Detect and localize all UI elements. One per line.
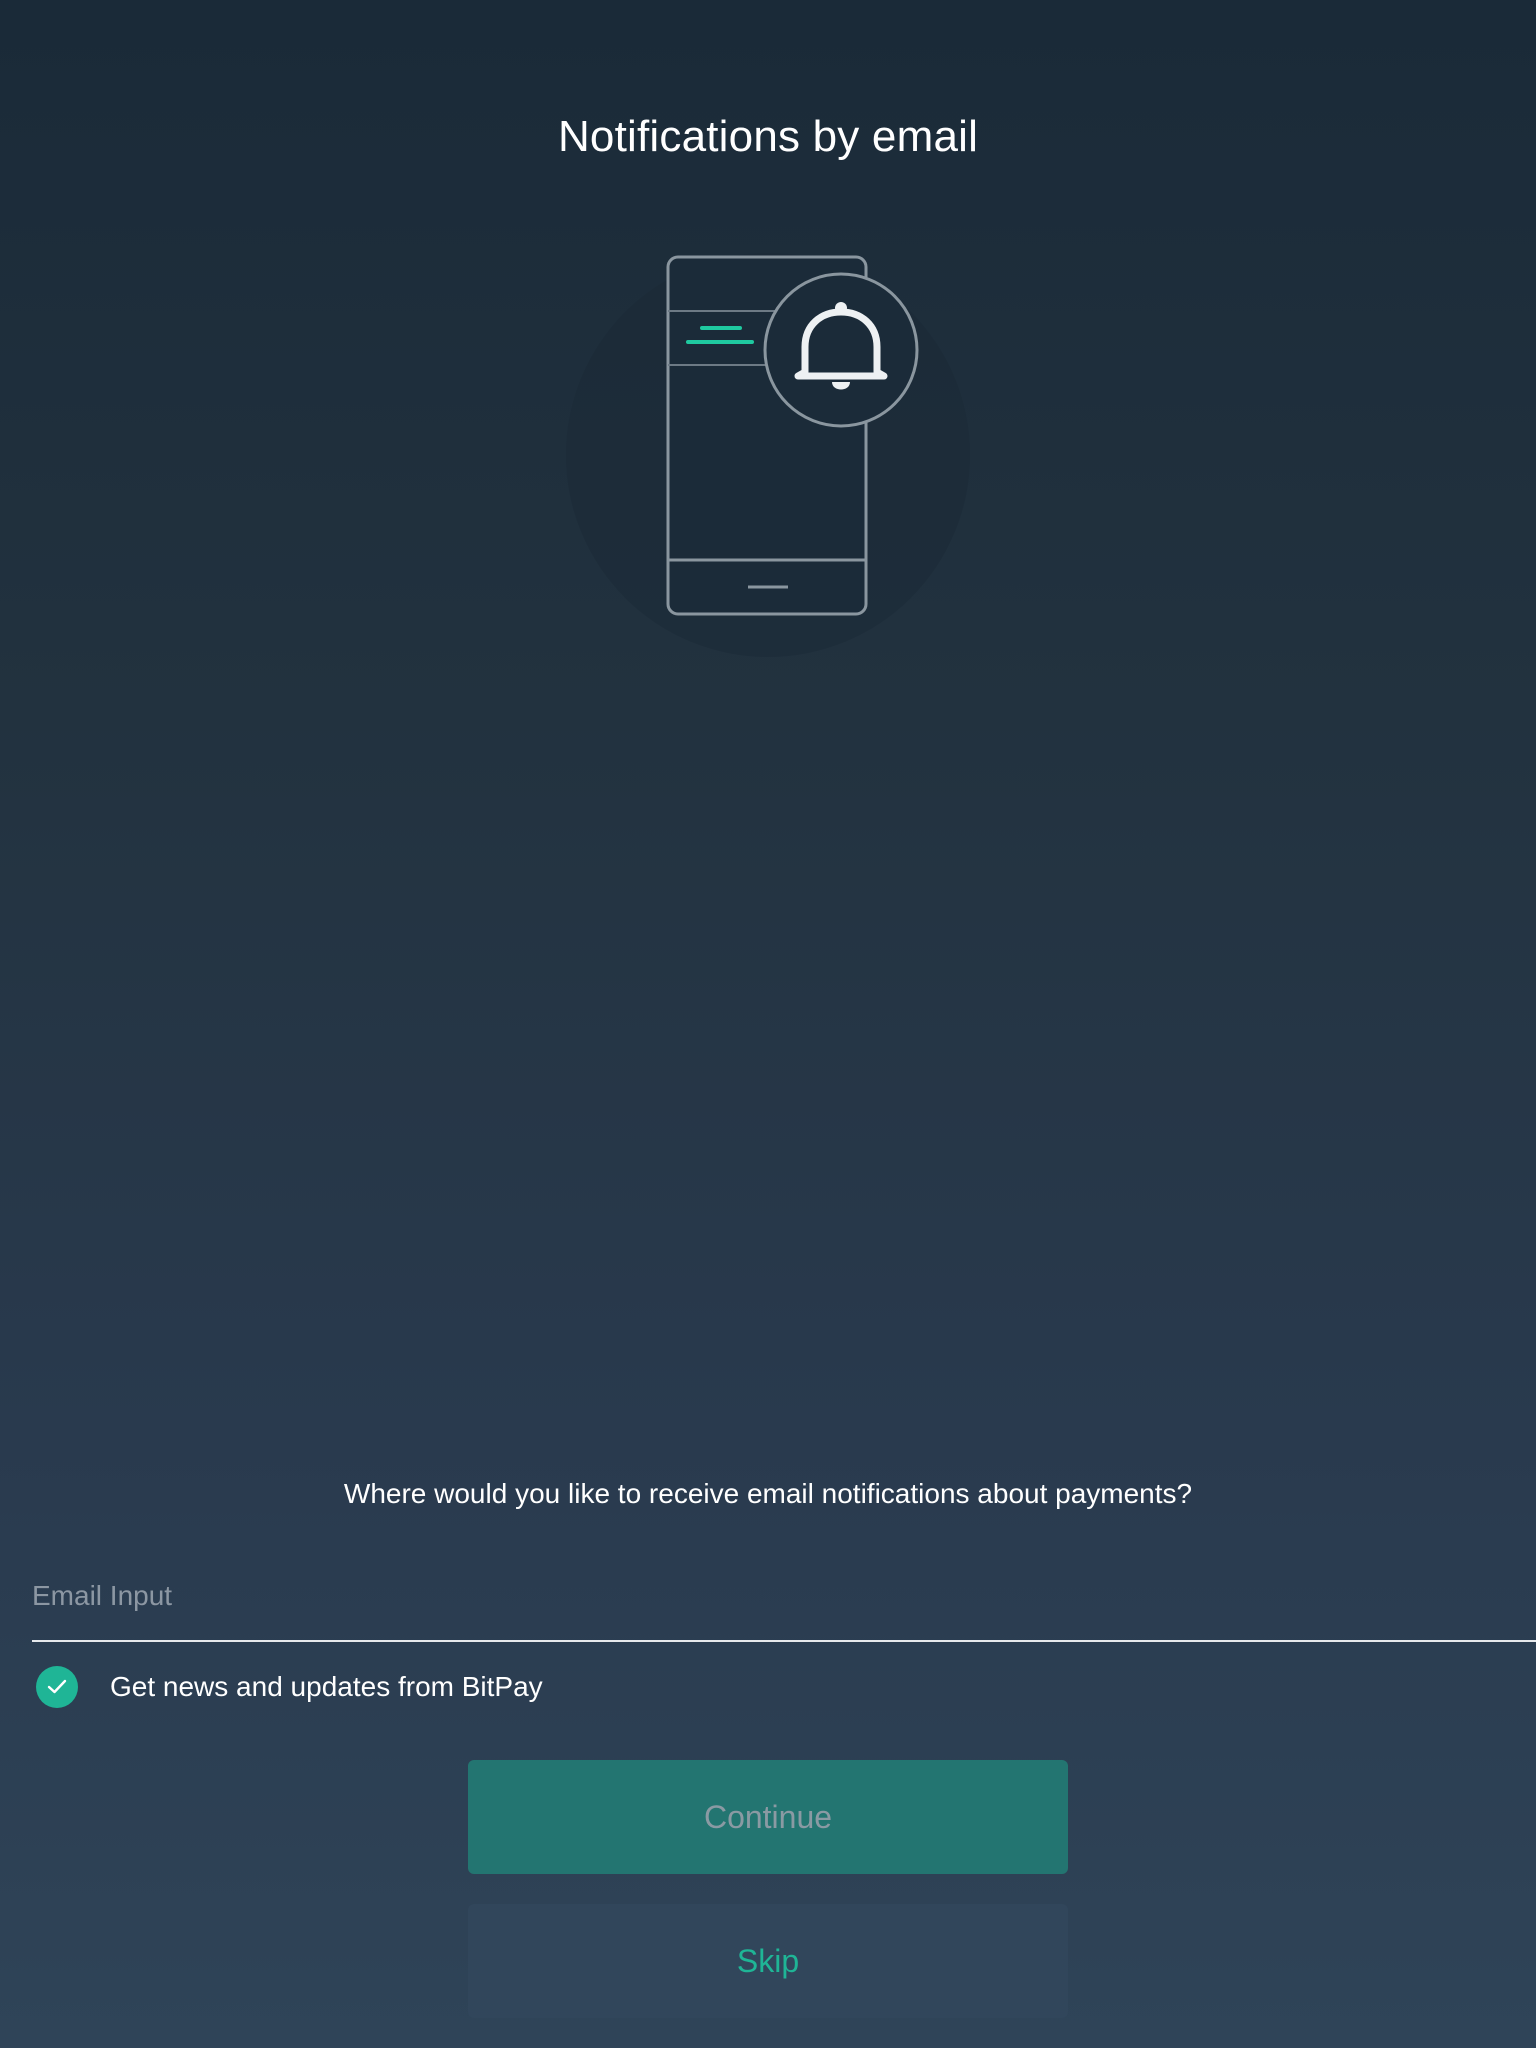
phone-notification-illustration (566, 253, 970, 657)
continue-button[interactable]: Continue (468, 1760, 1068, 1874)
email-field (32, 1560, 1536, 1642)
checkmark-icon (47, 1679, 67, 1694)
bell-icon (763, 272, 919, 428)
skip-button[interactable]: Skip (468, 1904, 1068, 2018)
newsletter-label: Get news and updates from BitPay (110, 1671, 543, 1702)
email-prompt: Where would you like to receive email no… (343, 1478, 1193, 1509)
email-input[interactable] (32, 1560, 1536, 1632)
newsletter-checkbox-row[interactable]: Get news and updates from BitPay (36, 1666, 543, 1708)
newsletter-checkbox[interactable] (36, 1666, 78, 1708)
